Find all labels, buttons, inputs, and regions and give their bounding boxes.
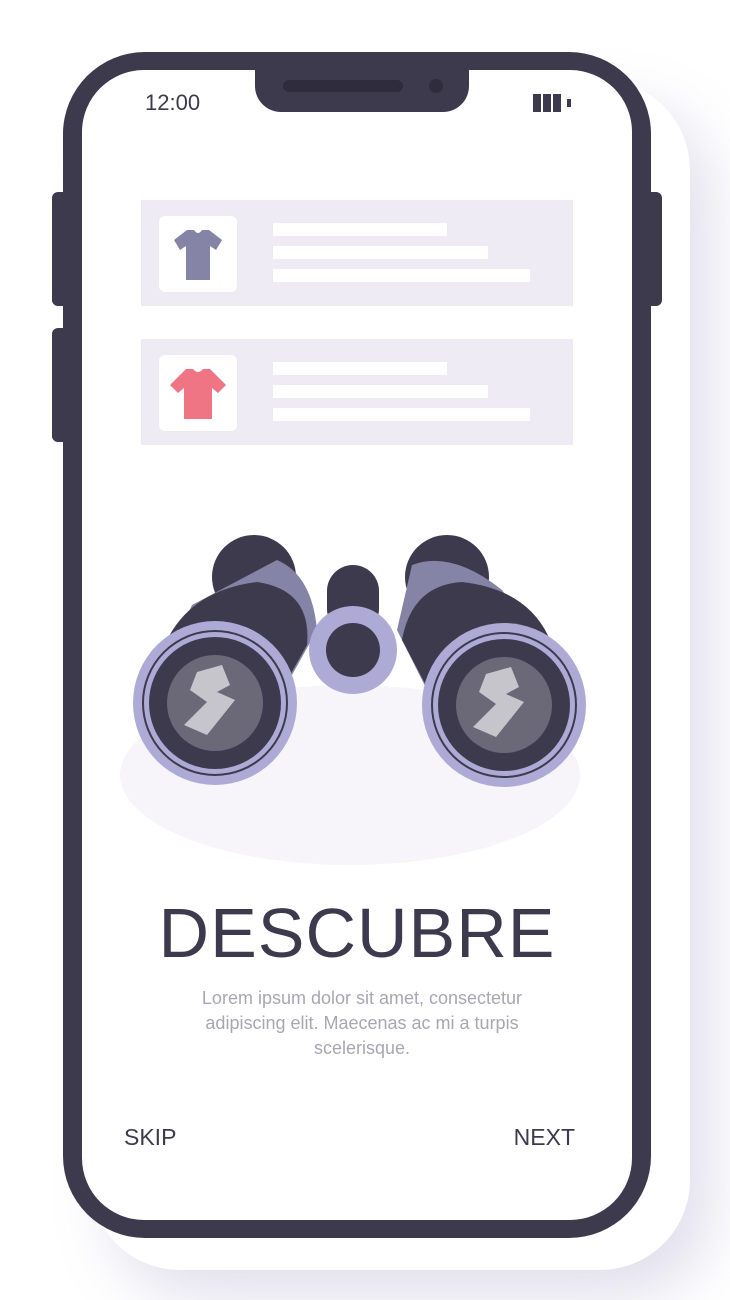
text-placeholder-line (273, 246, 488, 259)
product-card[interactable] (141, 200, 573, 306)
speaker-grille (283, 80, 403, 92)
text-placeholder-line (273, 408, 530, 421)
tshirt-icon (170, 369, 226, 419)
battery-icon (533, 94, 573, 112)
text-placeholder-line (273, 385, 488, 398)
phone-notch (255, 70, 469, 112)
app-stage: 12:00 DESCUBRE Lorem ipsum dolor sit ame… (0, 0, 730, 1300)
product-thumbnail (159, 355, 237, 431)
phone-screen: 12:00 DESCUBRE Lorem ipsum dolor sit ame… (82, 70, 632, 1220)
product-card[interactable] (141, 339, 573, 445)
text-placeholder-line (273, 223, 447, 236)
front-camera (429, 79, 443, 93)
tshirt-icon (174, 230, 222, 280)
skip-button[interactable]: SKIP (124, 1124, 176, 1151)
text-placeholder-line (273, 269, 530, 282)
next-button[interactable]: NEXT (514, 1124, 575, 1151)
page-description: Lorem ipsum dolor sit amet, consectetur … (201, 988, 523, 1058)
product-thumbnail (159, 216, 237, 292)
page-title: DESCUBRE (158, 894, 556, 972)
binoculars-icon (120, 535, 586, 865)
text-placeholder-line (273, 362, 447, 375)
status-time: 12:00 (145, 90, 201, 115)
